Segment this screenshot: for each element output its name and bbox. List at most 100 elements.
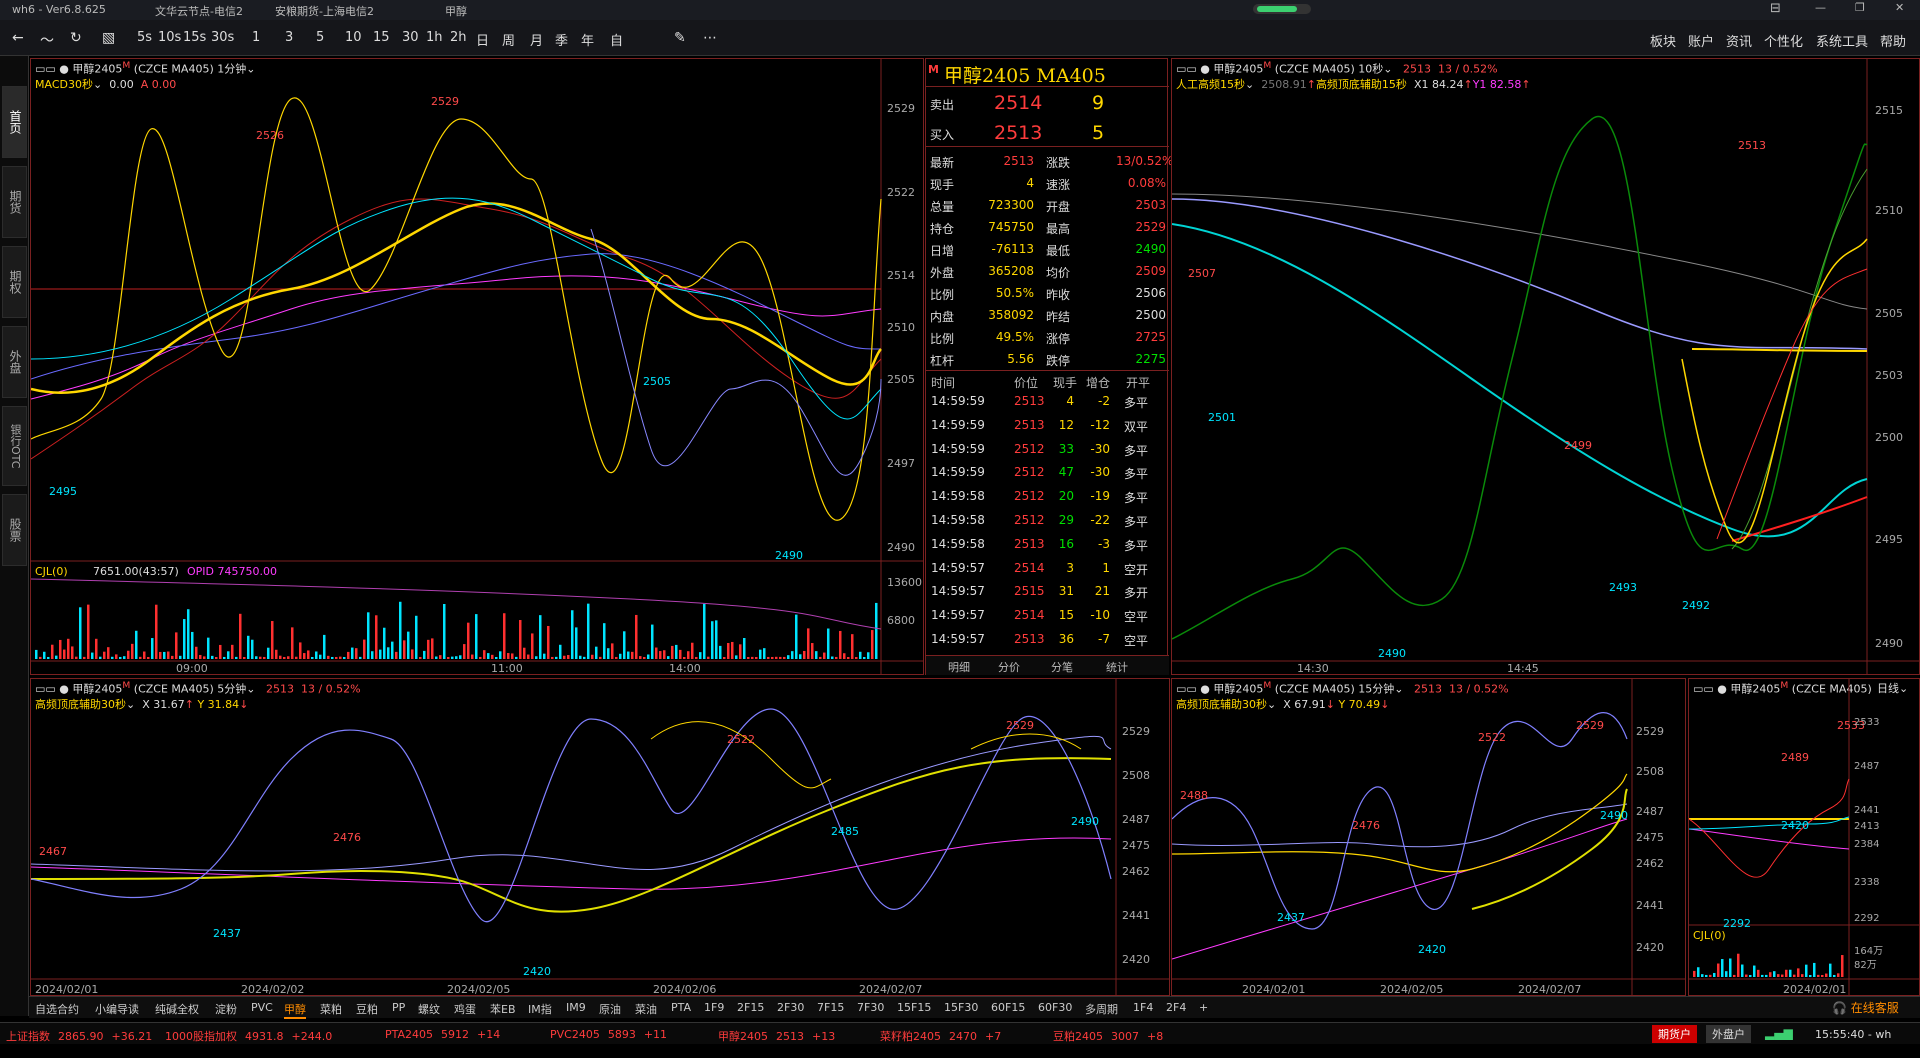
menu-personalize[interactable]: 个性化 — [1764, 31, 1803, 50]
menu-account[interactable]: 账户 — [1688, 31, 1714, 50]
restore-icon[interactable]: ❐ — [1855, 1, 1865, 14]
high-label-2476: 2476 — [1352, 819, 1380, 832]
nav-bank-otc[interactable]: 银行OTC — [2, 406, 27, 486]
bottom-tab-11[interactable]: 苯EB — [490, 1001, 516, 1017]
bottom-tab-9[interactable]: 螺纹 — [418, 1001, 440, 1017]
volume-bar — [463, 644, 466, 659]
bottom-tab-20[interactable]: 7F15 — [817, 1001, 844, 1014]
period-13[interactable]: 周 — [502, 30, 515, 49]
ask-row[interactable]: 卖出 2514 9 — [926, 91, 1169, 117]
period-2[interactable]: 15s — [183, 30, 206, 45]
bid-row[interactable]: 买入 2513 5 — [926, 121, 1169, 147]
bottom-tab-28[interactable]: 2F4 — [1166, 1001, 1186, 1014]
pin-icon[interactable]: ⊟ — [1770, 1, 1781, 16]
refresh-icon[interactable]: ↻ — [70, 30, 82, 46]
period-14[interactable]: 月 — [530, 30, 543, 49]
bottom-tab-14[interactable]: 原油 — [599, 1001, 621, 1017]
tab-price[interactable]: 分价 — [998, 659, 1020, 675]
bottom-tab-24[interactable]: 60F15 — [991, 1001, 1025, 1014]
futures-account-button[interactable]: 期货户 — [1652, 1025, 1697, 1043]
chart-panel-1min[interactable]: ▭▭ ● 甲醇2405M (CZCE MA405) 1分钟⌄ MACD30秒⌄ … — [30, 58, 924, 675]
more-icon[interactable]: ⋯ — [703, 30, 717, 46]
add-tab-button[interactable]: + — [1199, 1001, 1208, 1014]
status-ticker[interactable]: 豆粕2405 3007 +8 — [1053, 1028, 1171, 1044]
bottom-tab-7[interactable]: 豆粕 — [356, 1001, 378, 1017]
volume-bar — [371, 651, 374, 659]
period-8[interactable]: 15 — [373, 30, 390, 45]
period-1[interactable]: 10s — [158, 30, 181, 45]
status-ticker[interactable]: PTA2405 5912 +14 — [385, 1028, 508, 1041]
volume-bar — [1777, 974, 1780, 977]
bottom-tab-21[interactable]: 7F30 — [857, 1001, 884, 1014]
status-ticker[interactable]: PVC2405 5893 +11 — [550, 1028, 675, 1041]
draw-pen-icon[interactable]: ✎ — [674, 30, 686, 46]
bottom-tab-8[interactable]: PP — [392, 1001, 405, 1014]
period-6[interactable]: 5 — [316, 30, 324, 45]
bottom-tab-4[interactable]: PVC — [251, 1001, 273, 1014]
period-15[interactable]: 季 — [555, 30, 568, 49]
period-10[interactable]: 1h — [426, 30, 443, 45]
server-name-2[interactable]: 安粮期货-上海电信2 — [275, 3, 374, 19]
bottom-tab-26[interactable]: 多周期 — [1085, 1001, 1118, 1017]
close-icon[interactable]: ✕ — [1895, 1, 1904, 14]
kline-icon[interactable]: ▧ — [102, 30, 115, 46]
bottom-tab-15[interactable]: 菜油 — [635, 1001, 657, 1017]
status-ticker[interactable]: 甲醇2405 2513 +13 — [718, 1028, 843, 1044]
status-ticker[interactable]: 上证指数 2865.90 +36.21 — [6, 1028, 160, 1044]
bottom-tab-13[interactable]: IM9 — [566, 1001, 586, 1014]
line-chart-icon[interactable]: 〜 — [40, 30, 54, 50]
bottom-tab-18[interactable]: 2F15 — [737, 1001, 764, 1014]
period-7[interactable]: 10 — [345, 30, 362, 45]
nav-foreign[interactable]: 外盘 — [2, 326, 27, 398]
period-17[interactable]: 自 — [610, 30, 623, 49]
period-3[interactable]: 30s — [211, 30, 234, 45]
bottom-tab-2[interactable]: 纯碱全权 — [155, 1001, 199, 1017]
online-service-link[interactable]: 🎧 在线客服 — [1832, 999, 1899, 1016]
bottom-tab-6[interactable]: 菜粕 — [320, 1001, 342, 1017]
period-12[interactable]: 日 — [476, 30, 489, 49]
period-9[interactable]: 30 — [402, 30, 419, 45]
bottom-tab-0[interactable]: 自选合约 — [35, 1001, 79, 1017]
menu-system-tools[interactable]: 系统工具 — [1816, 31, 1868, 50]
tab-trades[interactable]: 分笔 — [1051, 659, 1073, 675]
bottom-tab-5[interactable]: 甲醇 — [284, 1001, 306, 1019]
minimize-icon[interactable]: — — [1815, 1, 1826, 14]
period-0[interactable]: 5s — [137, 30, 152, 45]
foreign-account-button[interactable]: 外盘户 — [1706, 1025, 1751, 1043]
period-5[interactable]: 3 — [285, 30, 293, 45]
nav-home[interactable]: 首页 — [2, 86, 27, 158]
period-4[interactable]: 1 — [252, 30, 260, 45]
status-ticker[interactable]: 菜籽粕2405 2470 +7 — [880, 1028, 1009, 1044]
chart-panel-10s[interactable]: ▭▭ ● 甲醇2405M (CZCE MA405) 10秒⌄ 2513 13 /… — [1171, 58, 1920, 675]
nav-options[interactable]: 期权 — [2, 246, 27, 318]
volume-bar — [743, 638, 746, 659]
menu-help[interactable]: 帮助 — [1880, 31, 1906, 50]
tab-stats[interactable]: 统计 — [1106, 659, 1128, 675]
bottom-tab-27[interactable]: 1F4 — [1133, 1001, 1153, 1014]
high-label-2507: 2507 — [1188, 267, 1216, 280]
tab-detail[interactable]: 明细 — [948, 659, 970, 675]
bottom-tab-23[interactable]: 15F30 — [944, 1001, 978, 1014]
bottom-tab-19[interactable]: 2F30 — [777, 1001, 804, 1014]
bottom-tab-25[interactable]: 60F30 — [1038, 1001, 1072, 1014]
bottom-tab-16[interactable]: PTA — [671, 1001, 691, 1014]
bottom-tab-22[interactable]: 15F15 — [897, 1001, 931, 1014]
bottom-tab-10[interactable]: 鸡蛋 — [454, 1001, 476, 1017]
nav-futures[interactable]: 期货 — [2, 166, 27, 238]
chart-panel-5min[interactable]: ▭▭ ● 甲醇2405M (CZCE MA405) 5分钟⌄ 2513 13 /… — [30, 678, 1170, 996]
bottom-tab-3[interactable]: 淀粉 — [215, 1001, 237, 1017]
chart-panel-daily[interactable]: ▭▭ ● 甲醇2405M (CZCE MA405) 日线⌄ 2533 2489 … — [1688, 678, 1920, 996]
bottom-tab-17[interactable]: 1F9 — [704, 1001, 724, 1014]
volume-bar — [147, 656, 150, 659]
nav-stocks[interactable]: 股票 — [2, 494, 27, 566]
menu-sector[interactable]: 板块 — [1650, 31, 1676, 50]
period-16[interactable]: 年 — [581, 30, 594, 49]
status-ticker[interactable]: 1000股指加权 4931.8 +244.0 — [165, 1028, 340, 1044]
server-name-1[interactable]: 文华云节点-电信2 — [155, 3, 243, 19]
back-arrow-icon[interactable]: ← — [12, 30, 24, 46]
menu-news[interactable]: 资讯 — [1726, 31, 1752, 50]
chart-panel-15min[interactable]: ▭▭ ● 甲醇2405M (CZCE MA405) 15分钟⌄ 2513 13 … — [1171, 678, 1686, 996]
bottom-tab-1[interactable]: 小编导读 — [95, 1001, 139, 1017]
bottom-tab-12[interactable]: IM指 — [528, 1001, 552, 1017]
period-11[interactable]: 2h — [450, 30, 467, 45]
